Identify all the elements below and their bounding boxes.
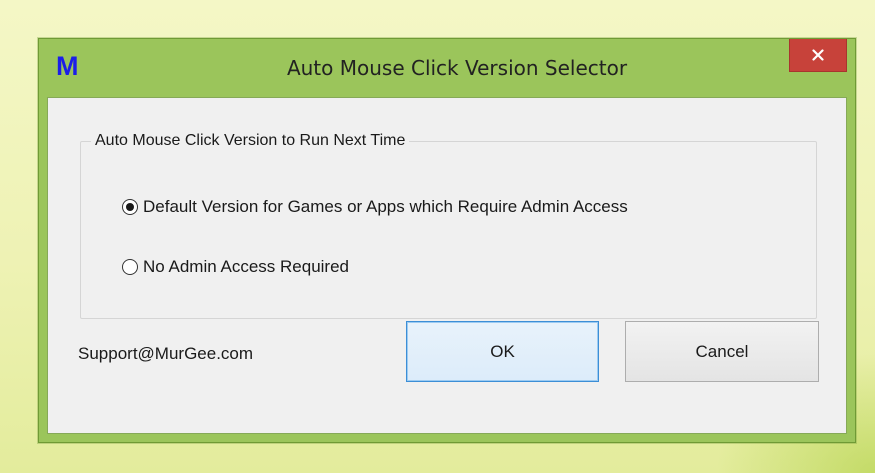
groupbox-legend: Auto Mouse Click Version to Run Next Tim…	[91, 131, 410, 151]
window-title: Auto Mouse Click Version Selector	[286, 56, 628, 80]
version-groupbox: Auto Mouse Click Version to Run Next Tim…	[80, 131, 817, 319]
cancel-button[interactable]: Cancel	[625, 321, 819, 382]
ok-button[interactable]: OK	[406, 321, 599, 382]
radio-no-admin[interactable]: No Admin Access Required	[122, 256, 349, 278]
close-icon	[812, 49, 824, 61]
dialog-window: M Auto Mouse Click Version Selector Auto…	[38, 38, 856, 443]
radio-default-version[interactable]: Default Version for Games or Apps which …	[122, 196, 628, 218]
title-bar[interactable]: M Auto Mouse Click Version Selector	[39, 39, 855, 97]
radio-label-default-version[interactable]: Default Version for Games or Apps which …	[143, 196, 628, 218]
close-button[interactable]	[789, 39, 847, 72]
radio-button-unselected[interactable]	[122, 259, 138, 275]
radio-dot	[126, 203, 134, 211]
radio-button-selected[interactable]	[122, 199, 138, 215]
dialog-client-area: Auto Mouse Click Version to Run Next Tim…	[47, 97, 847, 434]
radio-label-no-admin[interactable]: No Admin Access Required	[143, 256, 349, 278]
support-email: Support@MurGee.com	[78, 344, 254, 363]
